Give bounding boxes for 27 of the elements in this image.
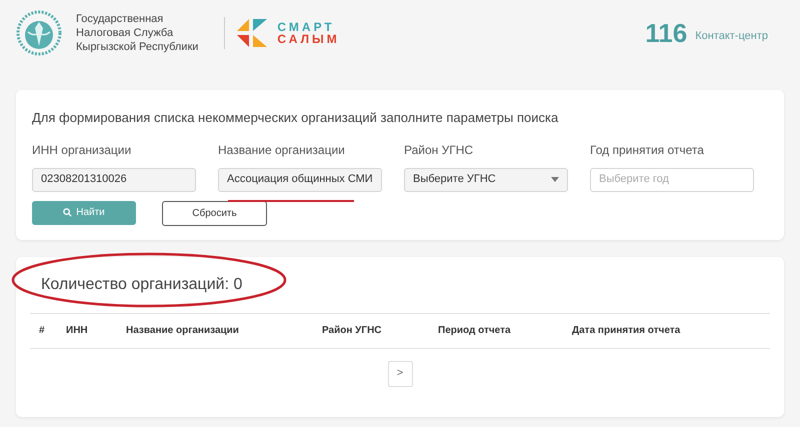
field-label: Район УГНС — [404, 142, 474, 158]
column-header: Дата принятия отчета — [572, 324, 680, 338]
org-name-line: Государственная — [76, 12, 164, 26]
emblem-logo — [16, 10, 62, 56]
brand-name: СМАРТ — [277, 21, 336, 33]
field-label: ИНН организации — [32, 142, 132, 158]
select-field[interactable]: Выберите УГНС — [404, 168, 568, 192]
search-instructions: Для формирования списка некоммерческих организаций заполните параметры поиска — [32, 109, 560, 127]
reset-button[interactable]: Сбросить — [162, 200, 267, 226]
column-header: Период отчета — [438, 324, 512, 338]
org-name-line: Налоговая Служба — [76, 26, 174, 40]
text-field[interactable]: 02308201310026 — [32, 168, 196, 192]
phone-label: Контакт-центр — [695, 28, 768, 44]
org-name-line: Кыргызской Республики — [76, 40, 198, 54]
column-header: Район УГНС — [322, 324, 383, 338]
column-header: # — [38, 324, 46, 338]
next-page-button[interactable]: > — [388, 360, 412, 386]
column-header: Название организации — [126, 324, 240, 338]
dropdown-caret-icon — [551, 177, 559, 182]
search-icon — [63, 208, 72, 217]
text-field[interactable]: Ассоциация общинных СМИ — [218, 168, 382, 192]
organization-count: Количество организаций: 0 — [41, 276, 242, 292]
field-label: Год принятия отчета — [590, 142, 705, 158]
column-header: ИНН — [66, 324, 89, 338]
field-label: Название организации — [218, 142, 346, 158]
brand-name: САЛЫМ — [277, 33, 340, 45]
phone-number: 116 — [645, 19, 688, 47]
